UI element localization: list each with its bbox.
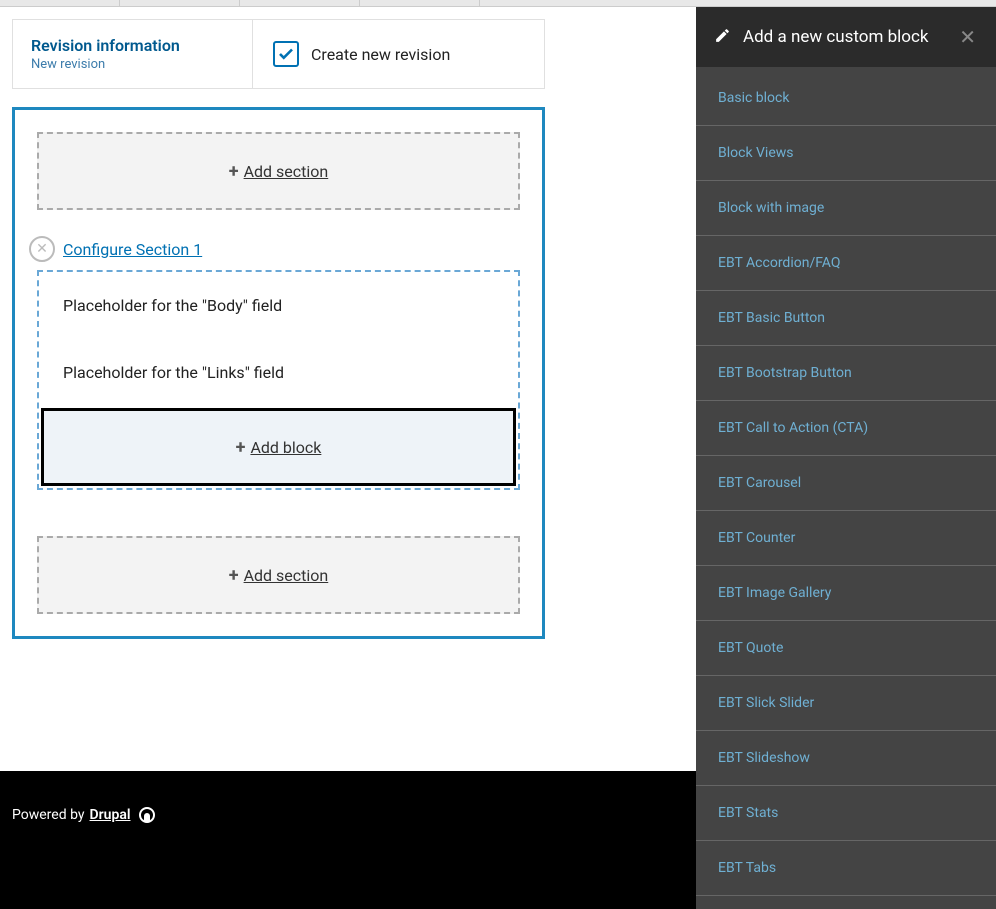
plus-icon: + [229,565,239,586]
create-revision-checkbox[interactable] [273,41,299,67]
block-type-item[interactable]: Basic block [696,71,996,126]
check-icon [277,45,295,63]
configure-section-link[interactable]: Configure Section 1 [63,240,202,259]
block-type-item[interactable]: EBT Quote [696,621,996,676]
revision-title: Revision information [31,36,234,55]
powered-by-label: Powered by [12,807,85,823]
pencil-icon [714,27,731,48]
block-type-item[interactable]: EBT Image Gallery [696,566,996,621]
add-section-top[interactable]: + Add section [37,132,520,210]
add-block-button[interactable]: + Add block [41,408,516,486]
block-type-item[interactable]: Block Views [696,126,996,181]
revision-info-panel: Revision information New revision Create… [12,19,545,89]
drupal-link[interactable]: Drupal [90,807,131,823]
block-type-item[interactable]: EBT Slideshow [696,731,996,786]
sidebar-header: Add a new custom block ✕ [696,7,996,67]
footer: Powered by Drupal [0,771,696,909]
drupal-icon [139,807,155,823]
placeholder-links: Placeholder for the "Links" field [39,339,518,406]
section-body: Placeholder for the "Body" field Placeho… [37,270,520,490]
sidebar-title: Add a new custom block [743,27,945,47]
add-section-bottom[interactable]: + Add section [37,536,520,614]
remove-section-button[interactable]: ✕ [29,236,55,262]
block-type-item[interactable]: EBT Tabs [696,841,996,896]
block-type-item[interactable]: EBT Counter [696,511,996,566]
close-icon: ✕ [36,241,48,257]
block-type-item[interactable]: EBT Call to Action (CTA) [696,401,996,456]
plus-icon: + [236,437,246,458]
add-block-link[interactable]: Add block [250,438,321,457]
main-content: Revision information New revision Create… [0,7,696,909]
plus-icon: + [229,161,239,182]
placeholder-body: Placeholder for the "Body" field [39,272,518,339]
block-type-item[interactable]: EBT Accordion/FAQ [696,236,996,291]
close-icon: ✕ [959,25,976,49]
top-tabs [0,0,996,7]
layout-region: + Add section ✕ Configure Section 1 Plac… [12,107,545,639]
block-type-item[interactable]: EBT Basic Button [696,291,996,346]
block-type-item[interactable]: Block with image [696,181,996,236]
block-type-item[interactable]: EBT Carousel [696,456,996,511]
block-type-item[interactable]: EBT Bootstrap Button [696,346,996,401]
create-revision-label: Create new revision [311,45,450,64]
revision-tab[interactable]: Revision information New revision [13,20,253,88]
block-type-item[interactable]: EBT Slick Slider [696,676,996,731]
section-header: ✕ Configure Section 1 [29,236,520,262]
block-type-list[interactable]: Basic block Block Views Block with image… [696,67,996,909]
revision-subtitle: New revision [31,57,234,72]
add-section-link[interactable]: Add section [244,566,329,585]
close-sidebar-button[interactable]: ✕ [957,25,978,49]
block-type-item[interactable]: EBT Stats [696,786,996,841]
sidebar-panel: Add a new custom block ✕ Basic block Blo… [696,7,996,909]
add-section-link[interactable]: Add section [244,162,329,181]
